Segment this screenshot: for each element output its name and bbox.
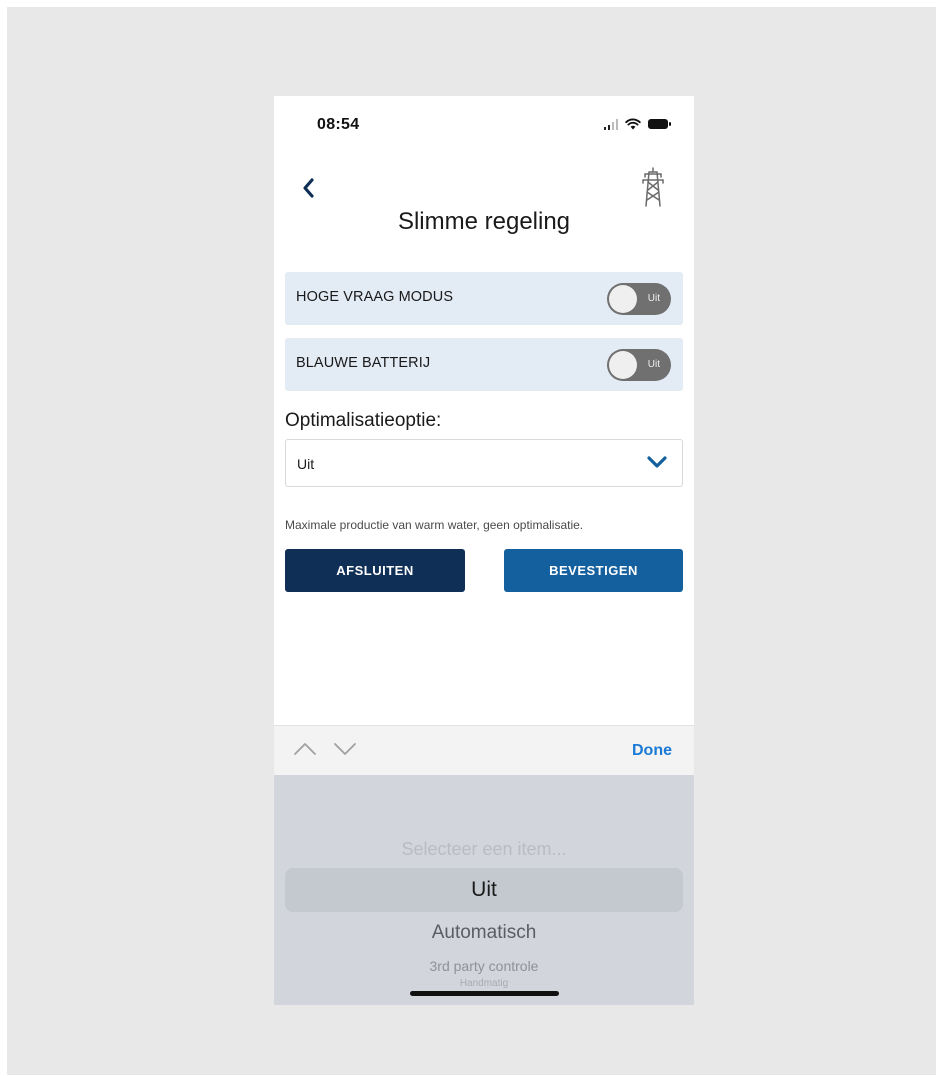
status-time: 08:54 bbox=[317, 116, 360, 133]
confirm-button[interactable]: BEVESTIGEN bbox=[504, 549, 683, 592]
power-pylon-icon[interactable] bbox=[636, 166, 670, 208]
high-demand-mode-label: HOGE VRAAG MODUS bbox=[296, 289, 454, 305]
status-icons bbox=[604, 118, 671, 130]
back-button[interactable] bbox=[294, 172, 322, 204]
toggle-knob bbox=[609, 351, 637, 379]
picker-item-off[interactable]: Uit bbox=[274, 878, 694, 902]
toggle-knob bbox=[609, 285, 637, 313]
toggle-state-label: Uit bbox=[647, 359, 660, 370]
picker-item-placeholder[interactable]: Selecteer een item... bbox=[274, 839, 694, 860]
close-button[interactable]: AFSLUITEN bbox=[285, 549, 465, 592]
blue-battery-label: BLAUWE BATTERIJ bbox=[296, 355, 431, 371]
done-button[interactable]: Done bbox=[632, 742, 672, 760]
toggle-state-label: Uit bbox=[647, 293, 660, 304]
screenshot-background: 08:54 Slimme regeling HOGE VRAAG MODUS U… bbox=[7, 7, 936, 1075]
blue-battery-toggle[interactable]: Uit bbox=[607, 349, 671, 381]
high-demand-mode-row: HOGE VRAAG MODUS Uit bbox=[285, 272, 683, 325]
phone-screen: 08:54 Slimme regeling HOGE VRAAG MODUS U… bbox=[274, 96, 694, 1005]
keyboard-accessory-bar: Done bbox=[274, 725, 694, 776]
chevron-up-icon[interactable] bbox=[292, 740, 318, 758]
optimization-description: Maximale productie van warm water, geen … bbox=[285, 518, 584, 532]
optimization-option-label: Optimalisatieoptie: bbox=[285, 410, 442, 431]
chevron-down-icon bbox=[647, 456, 667, 468]
home-indicator bbox=[410, 991, 559, 996]
picker-item-automatic[interactable]: Automatisch bbox=[274, 922, 694, 944]
high-demand-mode-toggle[interactable]: Uit bbox=[607, 283, 671, 315]
picker-item-third-party[interactable]: 3rd party controle bbox=[274, 958, 694, 974]
chevron-down-icon[interactable] bbox=[332, 740, 358, 758]
blue-battery-row: BLAUWE BATTERIJ Uit bbox=[285, 338, 683, 391]
battery-icon bbox=[648, 119, 671, 129]
signal-icon bbox=[604, 118, 618, 130]
picker-item-manual[interactable]: Handmatig bbox=[274, 978, 694, 988]
chevron-left-icon bbox=[303, 178, 314, 198]
option-picker[interactable]: Selecteer een item... Uit Automatisch 3r… bbox=[274, 775, 694, 1005]
optimization-select[interactable]: Uit bbox=[285, 439, 683, 487]
page-title: Slimme regeling bbox=[397, 208, 571, 235]
optimization-select-value: Uit bbox=[297, 456, 315, 472]
wifi-icon bbox=[625, 118, 641, 130]
